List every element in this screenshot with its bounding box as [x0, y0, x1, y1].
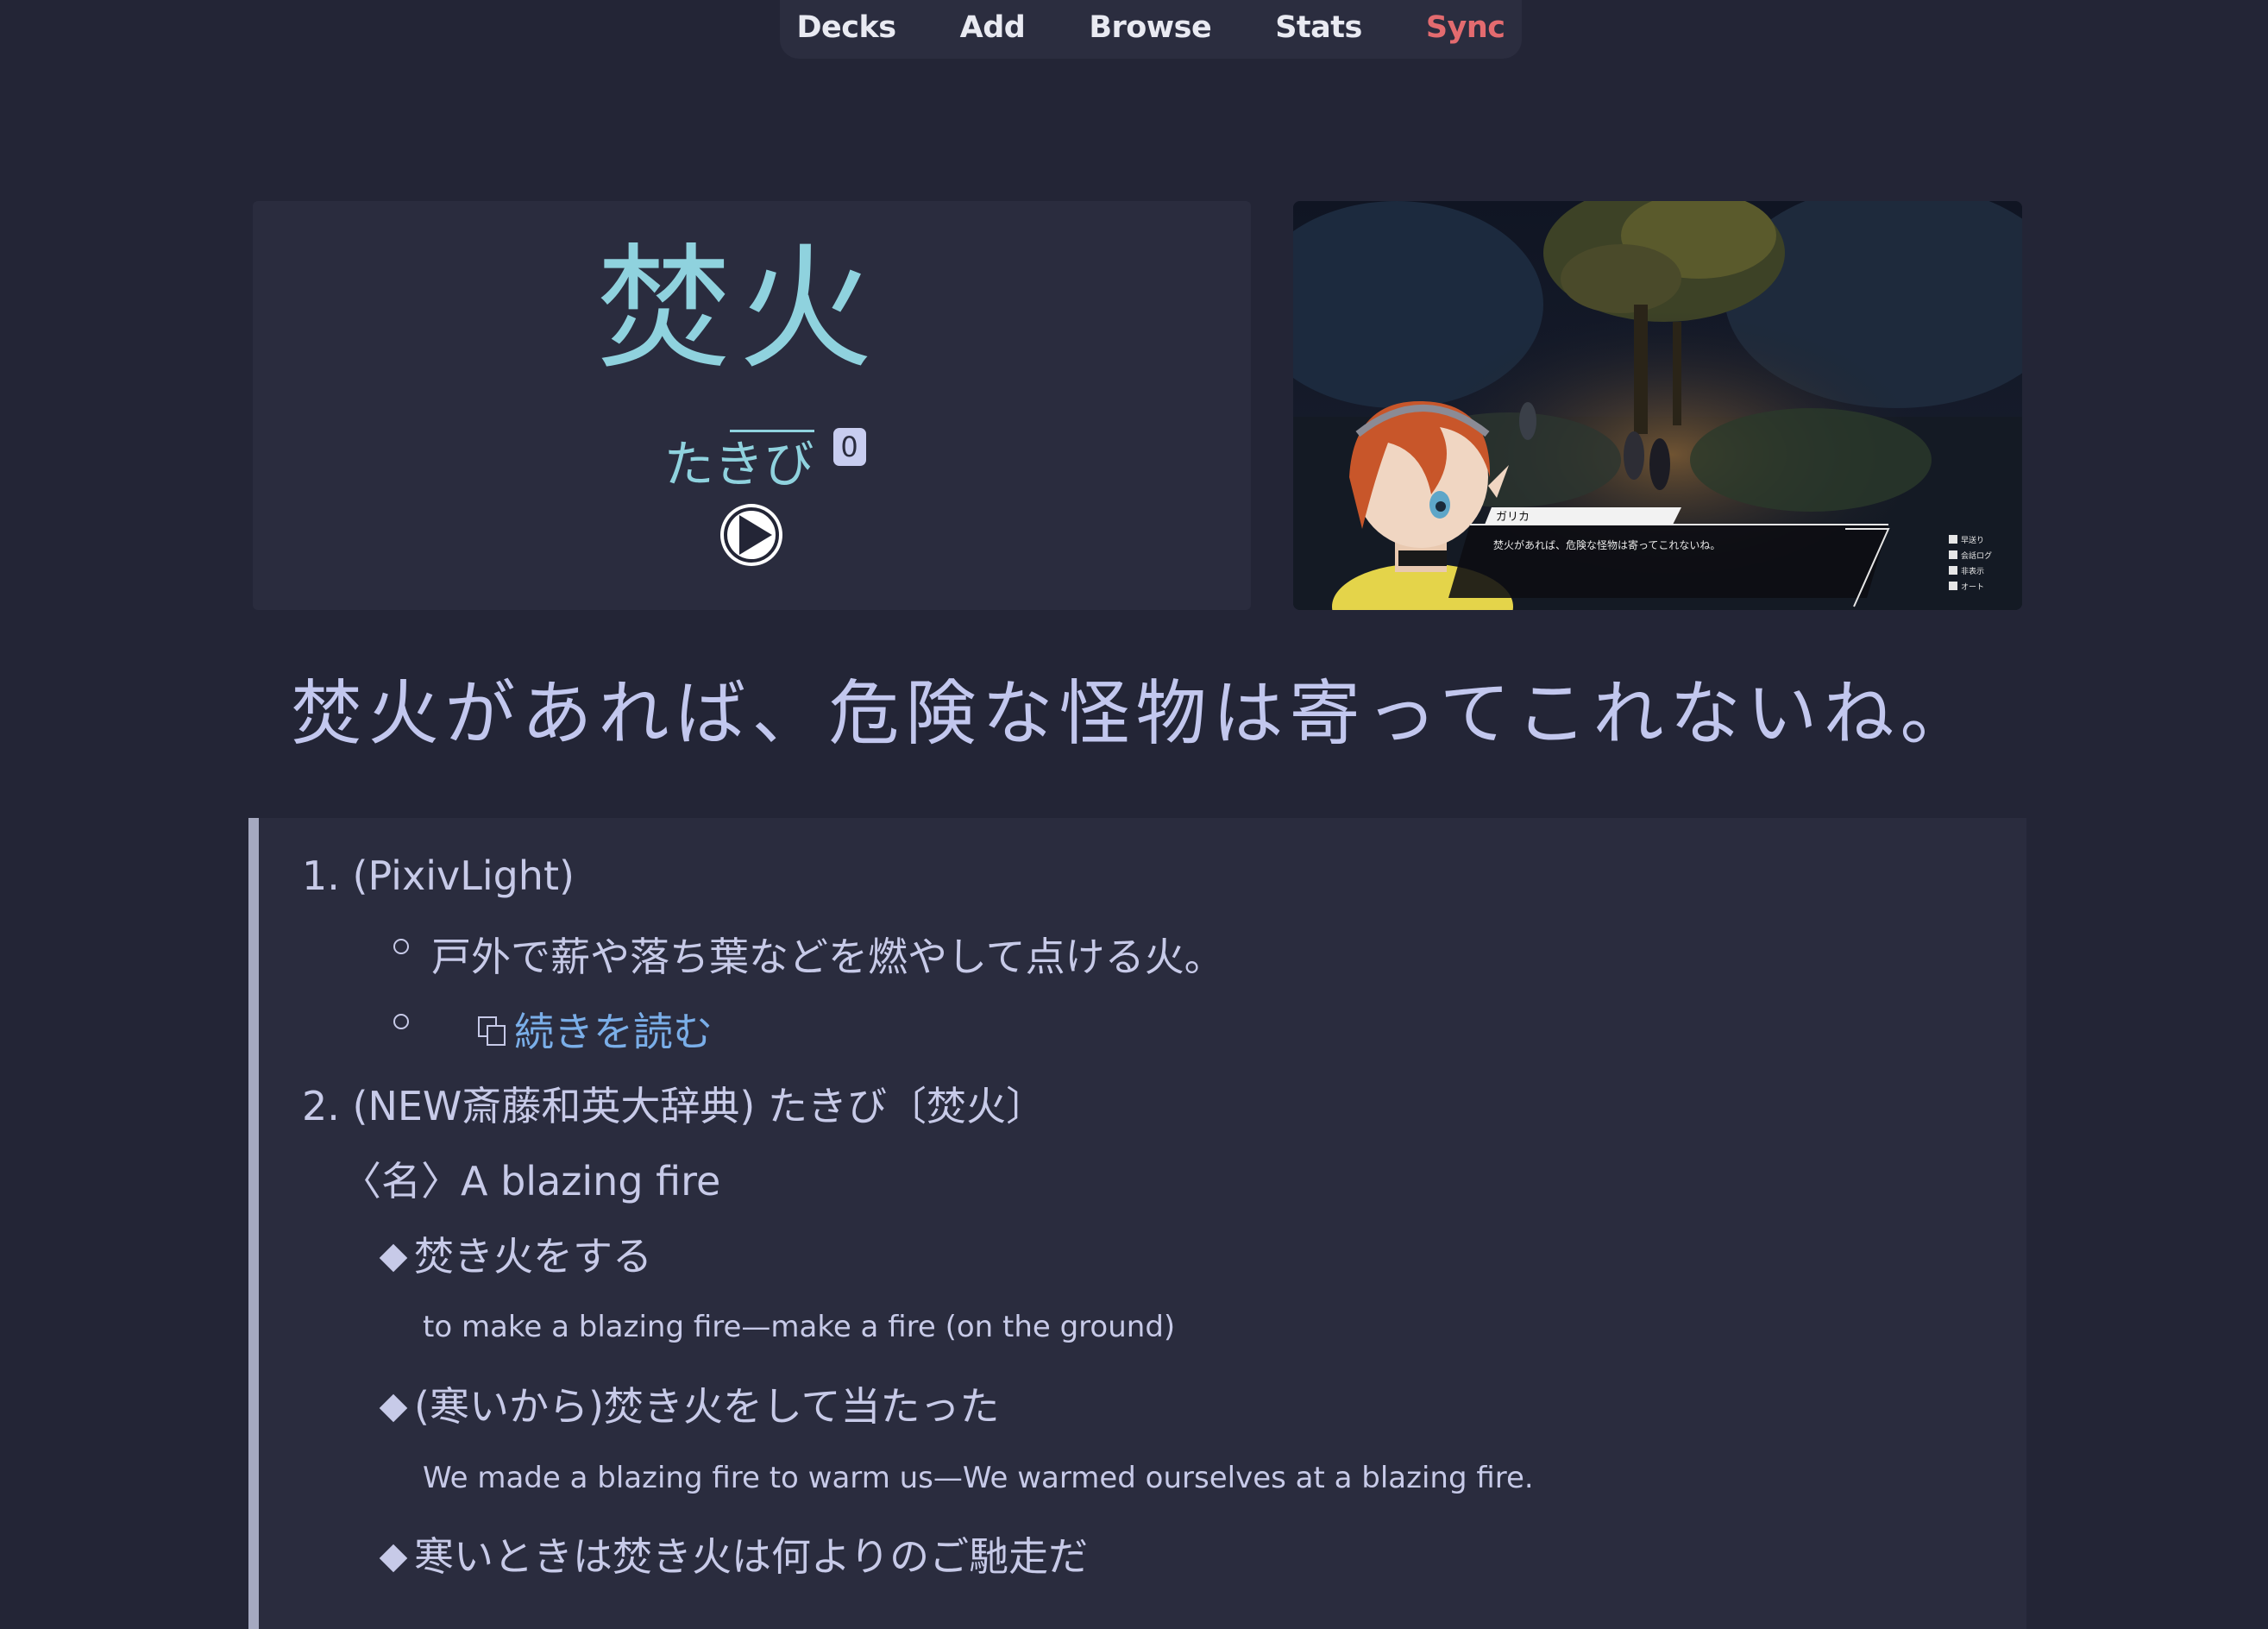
entry2-header: 2. (NEW斎藤和英大辞典) たきび〔焚火〕 — [302, 1083, 1046, 1129]
nav-sync[interactable]: Sync — [1394, 10, 1537, 45]
entry1-header: 1. (PixivLight) — [302, 852, 575, 899]
example-2-jp: (寒いから)焚き火をして当たった — [379, 1375, 1000, 1432]
screenshot-dialogue: 焚火があれば、危険な怪物は寄ってこれないね。 — [1493, 538, 1720, 551]
read-more-link[interactable]: 続きを読む — [514, 1009, 713, 1055]
reading-row: たきび 0 — [279, 421, 1251, 500]
bullet-circle-icon — [393, 1014, 409, 1029]
play-audio-button[interactable] — [720, 504, 782, 566]
screenshot-button-0: 早送り — [1961, 535, 1984, 545]
example-1-jp-text: 焚き火をする — [414, 1233, 652, 1280]
example-1-en: to make a blazing fire—make a fire (on t… — [423, 1310, 1176, 1344]
top-nav-bar: Decks Add Browse Stats Sync — [780, 0, 1522, 59]
entry1-text: 戸外で薪や落ち葉などを燃やして点ける火。 — [431, 934, 1224, 980]
diamond-bullet-icon — [379, 1544, 408, 1573]
entry1-link-row: 続きを読む — [474, 1001, 713, 1058]
example-2-jp-text: (寒いから)焚き火をして当たった — [414, 1383, 1000, 1430]
card-reading: たきび — [663, 421, 814, 500]
example-sentence: 焚火があれば、危険な怪物は寄ってこれないね。 — [291, 673, 1977, 755]
entry2-pos: 〈名〉A blazing fire — [342, 1158, 721, 1204]
pitch-accent-badge: 0 — [832, 428, 866, 466]
pitch-accent-line — [730, 430, 814, 432]
play-triangle-icon — [739, 515, 772, 555]
nav-stats[interactable]: Stats — [1243, 10, 1394, 45]
diamond-bullet-icon — [379, 1243, 408, 1273]
nav-add[interactable]: Add — [928, 10, 1058, 45]
diamond-bullet-icon — [379, 1393, 408, 1423]
example-2-en: We made a blazing fire to warm us—We war… — [423, 1461, 1534, 1495]
nav-browse[interactable]: Browse — [1057, 10, 1243, 45]
game-screenshot: ガリカ 焚火があれば、危険な怪物は寄ってこれないね。 早送り 会話ログ 非表示 … — [1293, 201, 2022, 610]
card-kanji: 焚火 — [596, 230, 880, 387]
nav-decks[interactable]: Decks — [764, 10, 927, 45]
example-1-jp: 焚き火をする — [379, 1225, 652, 1282]
screenshot-button-2: 非表示 — [1961, 566, 1984, 576]
card-reading-text: たきび — [663, 435, 814, 494]
bullet-circle-icon — [393, 939, 409, 954]
definitions-panel: 1. (PixivLight) 戸外で薪や落ち葉などを燃やして点ける火。 続きを… — [248, 818, 2026, 1629]
screenshot-button-1: 会話ログ — [1961, 550, 1992, 561]
example-3-jp: 寒いときは焚き火は何よりのご馳走だ — [379, 1525, 1089, 1582]
screenshot-button-3: オート — [1961, 582, 1984, 592]
external-link-icon — [474, 1013, 512, 1051]
example-3-jp-text: 寒いときは焚き火は何よりのご馳走だ — [414, 1533, 1089, 1580]
screenshot-speaker: ガリカ — [1496, 511, 1530, 524]
